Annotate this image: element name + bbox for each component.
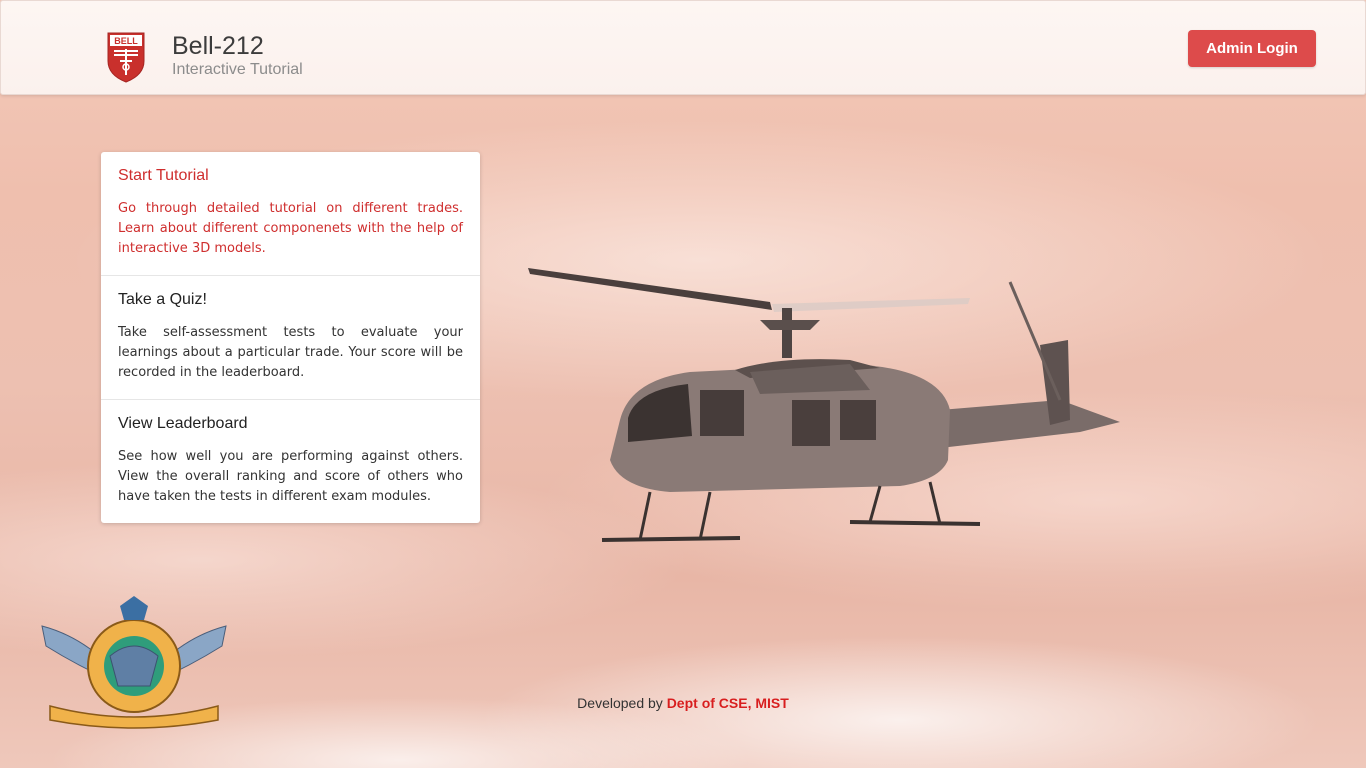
menu-item-description: Take self-assessment tests to evaluate y…	[118, 325, 463, 380]
menu-item-start-tutorial[interactable]: Start Tutorial Go through detailed tutor…	[101, 152, 480, 276]
footer-prefix: Developed by	[577, 695, 663, 711]
footer-developer-link[interactable]: Dept of CSE, MIST	[667, 695, 789, 711]
app-subtitle: Interactive Tutorial	[172, 61, 303, 78]
footer: Developed by Dept of CSE, MIST	[0, 695, 1366, 711]
app-title: Bell-212	[172, 32, 264, 60]
menu-item-view-leaderboard[interactable]: View Leaderboard See how well you are pe…	[101, 400, 480, 523]
menu-item-description: Go through detailed tutorial on differen…	[118, 201, 463, 256]
menu-item-description: See how well you are performing against …	[118, 449, 463, 504]
bangladesh-air-force-emblem	[41, 596, 227, 729]
menu-item-title: Start Tutorial	[118, 167, 209, 184]
bell-logo-icon[interactable]: BELL	[106, 31, 146, 83]
main-menu-card: Start Tutorial Go through detailed tutor…	[101, 152, 480, 523]
menu-item-title: Take a Quiz!	[118, 291, 207, 308]
menu-item-title: View Leaderboard	[118, 415, 248, 432]
menu-item-take-quiz[interactable]: Take a Quiz! Take self-assessment tests …	[101, 276, 480, 400]
admin-login-button[interactable]: Admin Login	[1188, 30, 1316, 67]
bell-logo-text: BELL	[114, 36, 138, 46]
helicopter-image	[528, 268, 1120, 542]
top-navbar: BELL Bell-212 Interactive Tutorial Admin…	[0, 0, 1366, 95]
